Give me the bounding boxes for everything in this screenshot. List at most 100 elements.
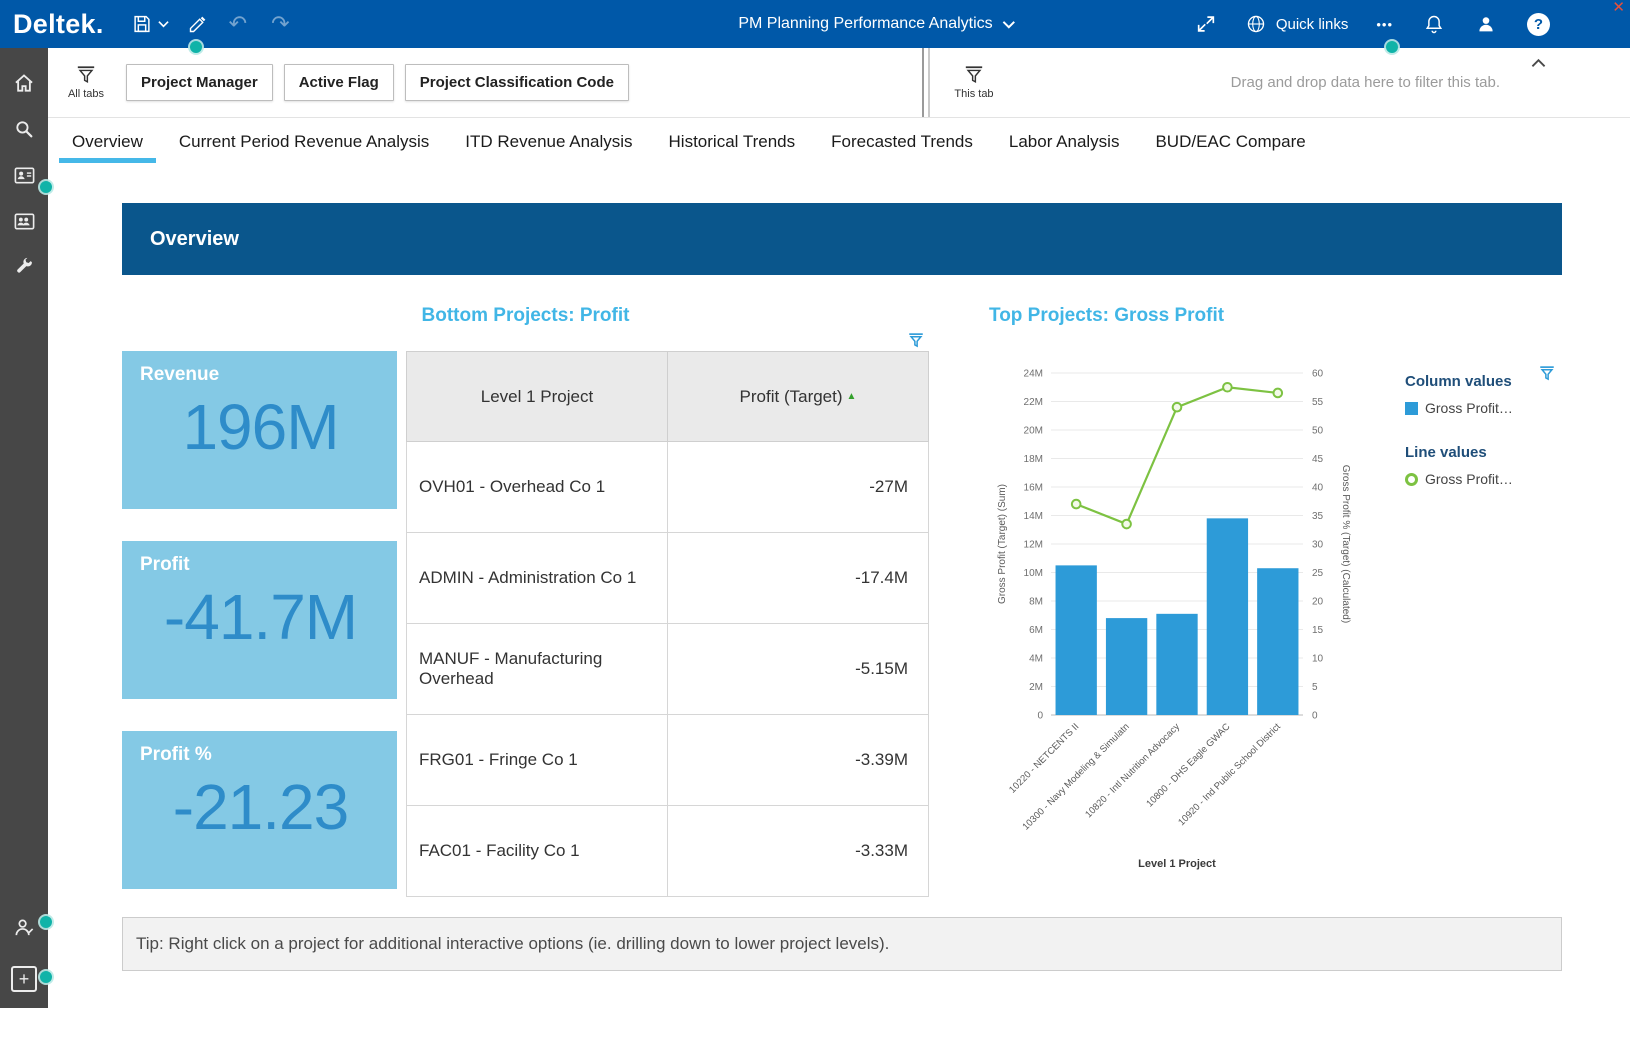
profit-cell[interactable]: -3.33M [668,806,929,897]
svg-text:18M: 18M [1024,454,1043,465]
more-options-button[interactable]: ••• [1366,0,1403,48]
kpi-value: -41.7M [140,584,381,651]
svg-text:10800 - DHS Eagle GWAC: 10800 - DHS Eagle GWAC [1144,721,1232,809]
collapse-filter-button[interactable] [1531,56,1546,71]
sidebar-item-home[interactable] [0,60,48,106]
tab-labor-analysis[interactable]: Labor Analysis [1009,118,1120,165]
table-row[interactable]: FRG01 - Fringe Co 1 -3.39M [407,715,929,806]
svg-text:30: 30 [1312,540,1324,551]
svg-text:35: 35 [1312,511,1324,522]
dashboard-switcher[interactable]: PM Planning Performance Analytics [738,15,1015,33]
kpi-card-profit-pct[interactable]: Profit % -21.23 [122,731,397,889]
svg-text:8M: 8M [1029,597,1043,608]
help-icon: ? [1527,13,1550,36]
left-sidebar: + [0,48,48,1008]
tab-current-period-revenue-analysis[interactable]: Current Period Revenue Analysis [179,118,429,165]
save-button[interactable] [122,0,178,48]
tab-forecasted-trends[interactable]: Forecasted Trends [831,118,973,165]
person-check-icon [13,916,36,939]
quick-links-label: Quick links [1276,16,1349,33]
filter-chip-project-classification-code[interactable]: Project Classification Code [405,64,629,101]
legend-item-gross-profit-line[interactable]: Gross Profit… [1405,471,1555,487]
project-cell[interactable]: MANUF - Manufacturing Overhead [407,624,668,715]
project-cell[interactable]: FRG01 - Fringe Co 1 [407,715,668,806]
bottom-projects-title: Bottom Projects: Profit [122,305,929,329]
svg-text:Level 1 Project: Level 1 Project [1138,858,1216,870]
undo-button[interactable]: ↶ [217,11,259,37]
project-cell[interactable]: FAC01 - Facility Co 1 [407,806,668,897]
tab-itd-revenue-analysis[interactable]: ITD Revenue Analysis [465,118,632,165]
this-tab-filter-section[interactable]: This tab Drag and drop data here to filt… [930,48,1630,117]
top-projects-title: Top Projects: Gross Profit [989,305,1562,329]
combo-chart-area[interactable]: 02M4M6M8M10M12M14M16M18M20M22M24M0510152… [989,357,1389,892]
redo-button[interactable]: ↷ [259,11,301,37]
profit-cell[interactable]: -17.4M [668,533,929,624]
quick-links-button[interactable]: Quick links [1237,13,1357,35]
filter-bar: All tabs Project Manager Active Flag Pro… [48,48,1630,118]
notifications-button[interactable] [1413,0,1455,48]
kpi-card-revenue[interactable]: Revenue 196M [122,351,397,509]
pencil-icon [187,14,208,35]
bottom-projects-table: Level 1 Project Profit (Target)▲ OVH01 -… [406,351,929,897]
sidebar-item-search[interactable] [0,106,48,152]
project-cell[interactable]: OVH01 - Overhead Co 1 [407,442,668,533]
expand-button[interactable] [1185,0,1227,48]
save-icon [131,13,153,35]
chevron-up-icon [1531,58,1546,68]
filter-chip-active-flag[interactable]: Active Flag [284,64,394,101]
bottom-projects-widget: Bottom Projects: Profit Revenue 196M Pro… [122,305,929,897]
profile-button[interactable] [1465,0,1507,48]
legend-item-label: Gross Profit… [1425,400,1513,416]
kpi-value: 196M [140,394,381,461]
coach-mark-dot[interactable] [190,41,202,53]
column-header-profit-target[interactable]: Profit (Target)▲ [668,352,929,442]
kpi-cards: Revenue 196M Profit -41.7M Profit % -21.… [122,351,397,897]
tab-historical-trends[interactable]: Historical Trends [669,118,796,165]
table-row[interactable]: ADMIN - Administration Co 1 -17.4M [407,533,929,624]
profit-cell[interactable]: -27M [668,442,929,533]
coach-mark-dot[interactable] [40,181,52,193]
drop-hint-text: Drag and drop data here to filter this t… [1231,74,1630,91]
table-filter-funnel-icon[interactable] [907,332,925,349]
svg-text:55: 55 [1312,397,1324,408]
all-tabs-label: All tabs [68,88,104,100]
legend-item-gross-profit-bar[interactable]: Gross Profit… [1405,400,1555,416]
sidebar-item-tools[interactable] [0,244,48,290]
chart-filter-funnel-icon[interactable] [1538,365,1556,382]
table-row[interactable]: OVH01 - Overhead Co 1 -27M [407,442,929,533]
add-button[interactable]: + [11,966,37,992]
filter-chip-project-manager[interactable]: Project Manager [126,64,273,101]
top-projects-widget: Top Projects: Gross Profit 02M4M6M8M10M1… [989,305,1562,897]
column-header-level1-project[interactable]: Level 1 Project [407,352,668,442]
svg-text:40: 40 [1312,483,1324,494]
svg-text:6M: 6M [1029,625,1043,636]
tab-overview[interactable]: Overview [72,118,143,165]
project-cell[interactable]: ADMIN - Administration Co 1 [407,533,668,624]
sidebar-item-contacts[interactable] [0,198,48,244]
sort-ascending-icon: ▲ [847,391,857,402]
profit-cell[interactable]: -3.39M [668,715,929,806]
this-tab-filter[interactable]: This tab [948,65,1000,100]
profit-cell[interactable]: -5.15M [668,624,929,715]
coach-mark-dot[interactable] [40,916,52,928]
tab-bud-eac-compare[interactable]: BUD/EAC Compare [1155,118,1305,165]
svg-text:16M: 16M [1024,483,1043,494]
svg-text:0: 0 [1312,711,1318,722]
table-row[interactable]: MANUF - Manufacturing Overhead -5.15M [407,624,929,715]
all-tabs-filter[interactable]: All tabs [60,65,112,100]
filter-splitter-handle[interactable] [922,48,930,117]
legend-item-label: Gross Profit… [1425,471,1513,487]
table-row[interactable]: FAC01 - Facility Co 1 -3.33M [407,806,929,897]
coach-mark-dot[interactable] [1386,41,1398,53]
home-icon [13,72,35,94]
svg-text:0: 0 [1037,711,1043,722]
sidebar-item-approvals[interactable] [0,904,48,950]
help-button[interactable]: ? [1517,0,1560,48]
coach-mark-dot[interactable] [40,971,52,983]
close-icon[interactable]: ✕ [1612,0,1625,16]
funnel-icon [75,65,97,85]
search-icon [13,118,35,140]
kpi-card-profit[interactable]: Profit -41.7M [122,541,397,699]
legend-line-values-header: Line values [1405,444,1555,461]
kpi-label: Revenue [140,364,381,386]
